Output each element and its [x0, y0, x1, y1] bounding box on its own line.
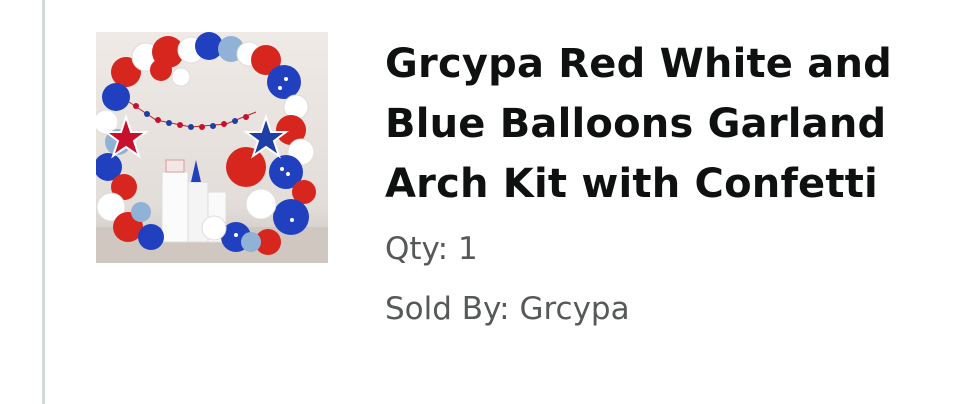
seller-row: Sold By: Grcypa [385, 289, 945, 329]
product-title-line-1: Grcypa Red White and [385, 41, 892, 87]
quantity-value: 1 [457, 231, 478, 267]
balloon-arch-image [96, 32, 328, 263]
product-info: Grcypa Red White and Blue Balloons Garla… [385, 34, 945, 329]
order-item-card: Grcypa Red White and Blue Balloons Garla… [0, 0, 977, 404]
quantity-label: Qty: [385, 231, 449, 267]
product-title-line-2: Blue Balloons Garland [385, 101, 887, 147]
seller-name: Grcypa [519, 291, 630, 327]
seller-label: Sold By: [385, 291, 510, 327]
product-title-line-3: Arch Kit with Confetti [385, 161, 878, 207]
product-thumbnail[interactable] [96, 32, 328, 263]
quantity-row: Qty: 1 [385, 229, 945, 269]
product-title[interactable]: Grcypa Red White and Blue Balloons Garla… [385, 34, 945, 214]
left-divider [42, 0, 45, 404]
